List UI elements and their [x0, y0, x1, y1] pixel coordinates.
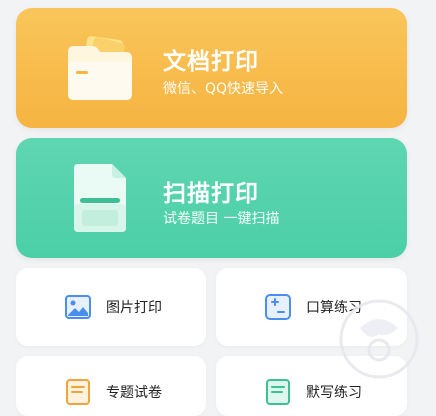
scan-print-card[interactable]: 扫描打印 试卷题目 一键扫描	[16, 138, 407, 258]
dictation-icon	[266, 379, 290, 405]
document-print-card[interactable]: 文档打印 微信、QQ快速导入	[16, 8, 407, 128]
folder-icon	[68, 36, 132, 100]
watermark-logo-icon	[339, 299, 419, 379]
calculator-icon	[265, 294, 291, 320]
dictation-label: 默写练习	[306, 385, 362, 401]
scan-print-title: 扫描打印	[163, 181, 259, 207]
image-icon	[65, 295, 91, 319]
scan-document-icon	[74, 164, 126, 232]
image-print-tile[interactable]: 图片打印	[16, 268, 206, 346]
scan-print-subtitle: 试卷题目 一键扫描	[163, 211, 280, 227]
document-print-title: 文档打印	[163, 49, 259, 75]
image-print-label: 图片打印	[106, 300, 162, 316]
exam-paper-tile[interactable]: 专题试卷	[16, 356, 206, 416]
exam-paper-label: 专题试卷	[106, 385, 162, 401]
exam-paper-icon	[66, 379, 90, 405]
document-print-subtitle: 微信、QQ快速导入	[163, 81, 284, 97]
